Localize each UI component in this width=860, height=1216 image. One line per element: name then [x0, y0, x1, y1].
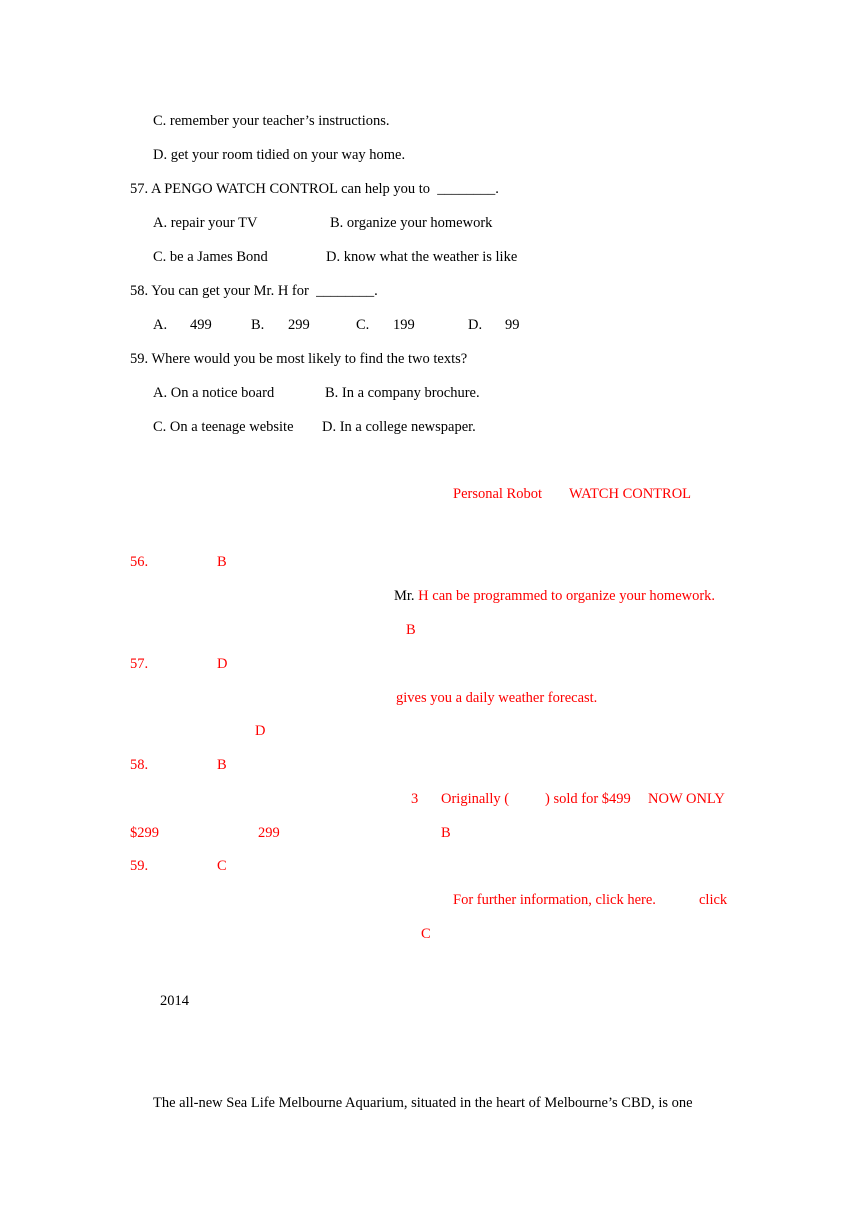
q58-stem: 58. You can get your Mr. H for ________. [130, 283, 378, 299]
answer-58-price-number: 299 [258, 825, 280, 841]
q57-option-d: D. know what the weather is like [326, 249, 518, 265]
answer-heading-personal-robot: Personal Robot [453, 486, 543, 502]
q57-stem: 57. A PENGO WATCH CONTROL can help you t… [130, 181, 499, 197]
q57-option-a: A. repair your TV [153, 215, 258, 231]
answer-57-letter: D [217, 656, 228, 672]
q58-option-a-label: A. [153, 317, 168, 333]
answer-57-conclusion: D [255, 723, 266, 739]
answer-59-keyword: click [699, 892, 728, 908]
answer-59-number: 59. [130, 858, 149, 874]
answer-56-letter: B [217, 554, 227, 570]
q59-option-a: A. On a notice board [153, 385, 275, 401]
answer-56-conclusion: B [406, 622, 416, 638]
passage-year: 2014 [160, 993, 189, 1009]
q56-option-d: D. get your room tidied on your way home… [153, 147, 406, 163]
q58-option-d-label: D. [468, 317, 483, 333]
q58-option-c-label: C. [356, 317, 370, 333]
answer-58-letter: B [217, 757, 227, 773]
passage-first-line: The all-new Sea Life Melbourne Aquarium,… [153, 1095, 693, 1111]
q58-option-b-value: 299 [288, 317, 310, 333]
answer-58-quote-c: NOW ONLY [648, 791, 725, 807]
answer-59-conclusion: C [421, 926, 431, 942]
answer-heading-watch-control: WATCH CONTROL [569, 486, 692, 502]
answer-57-number: 57. [130, 656, 149, 672]
answer-58-quote-b: ) sold for $499 [545, 791, 631, 807]
q59-option-b: B. In a company brochure. [325, 385, 480, 401]
answer-58-number: 58. [130, 757, 149, 773]
q57-option-c: C. be a James Bond [153, 249, 268, 265]
answer-56-quote: Mr. H can be programmed to organize your… [394, 587, 715, 605]
q58-option-b-label: B. [251, 317, 265, 333]
q57-option-b: B. organize your homework [330, 215, 493, 231]
answer-58-price: $299 [130, 825, 159, 841]
q58-option-d-value: 99 [505, 317, 520, 333]
answer-57-quote: gives you a daily weather forecast. [396, 690, 598, 706]
q58-option-a-value: 499 [190, 317, 212, 333]
answer-58-conclusion: B [441, 825, 451, 841]
answer-59-letter: C [217, 858, 227, 874]
answer-59-quote: For further information, click here. [453, 892, 656, 908]
answer-56-quote-prefix: Mr. [394, 588, 415, 604]
answer-58-paragraph-number: 3 [411, 791, 419, 807]
answer-56-quote-text: H can be programmed to organize your hom… [418, 588, 716, 604]
q56-option-c: C. remember your teacher’s instructions. [153, 113, 390, 129]
q58-option-c-value: 199 [393, 317, 415, 333]
answer-58-quote-a: Originally ( [441, 791, 510, 807]
q59-option-d: D. In a college newspaper. [322, 419, 476, 435]
q59-option-c: C. On a teenage website [153, 419, 294, 435]
answer-56-number: 56. [130, 554, 149, 570]
q59-stem: 59. Where would you be most likely to fi… [130, 351, 468, 367]
